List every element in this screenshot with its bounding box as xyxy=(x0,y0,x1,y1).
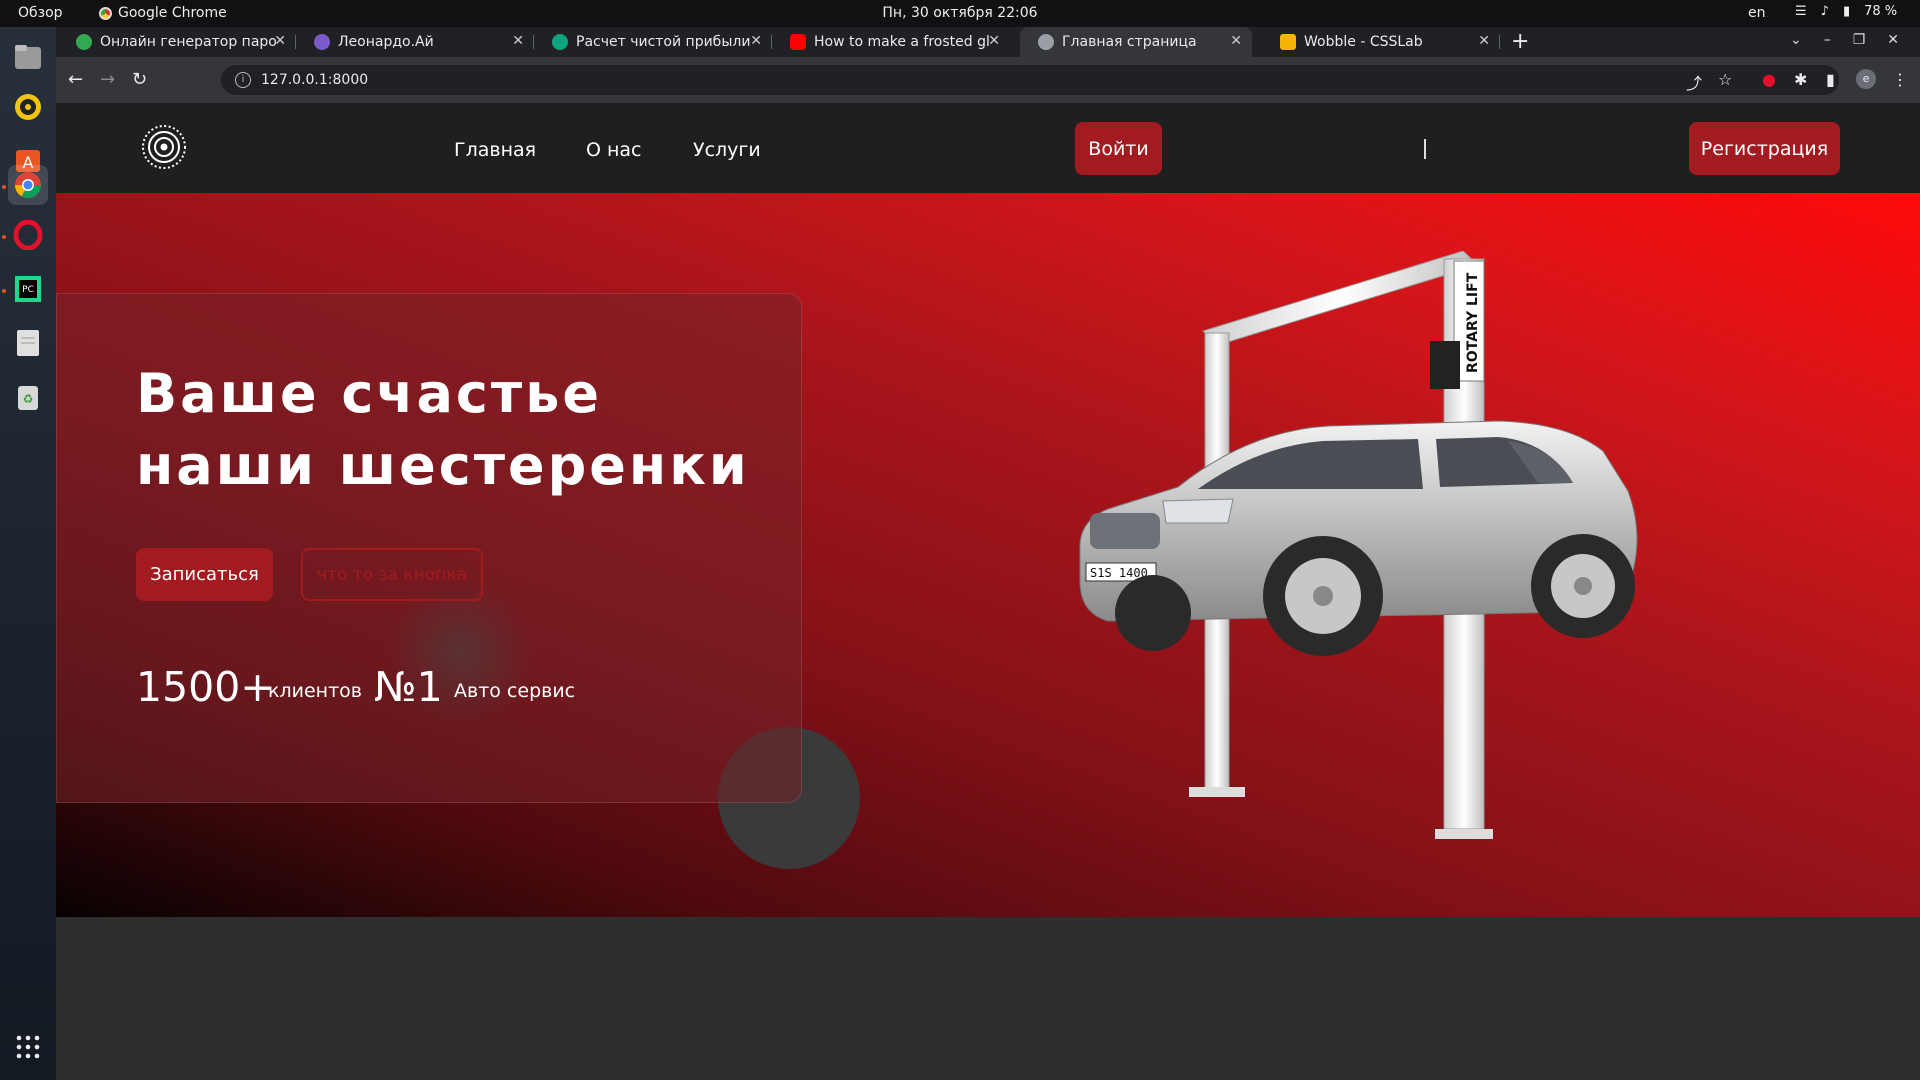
dock: A PC ♻ xyxy=(0,27,56,1080)
tab-strip: Онлайн генератор паро ✕ Леонардо.Ай ✕ Ра… xyxy=(56,27,1920,57)
tab-title: Главная страница xyxy=(1062,34,1197,50)
close-icon[interactable]: ✕ xyxy=(1230,33,1242,49)
tab-favicon-icon xyxy=(552,34,568,50)
window-controls: ⌄ – ❐ ✕ xyxy=(1790,32,1899,48)
clock[interactable]: Пн, 30 октября 22:06 xyxy=(0,5,1920,21)
lift-brand-label: ROTARY LIFT xyxy=(1465,272,1481,373)
header-divider xyxy=(1424,139,1426,159)
chrome-dock-icon[interactable] xyxy=(8,165,48,205)
hero-title: Ваше счастье наши шестеренки xyxy=(136,362,750,497)
battery-percent: 78 % xyxy=(1864,4,1898,19)
svg-text:PC: PC xyxy=(22,285,34,295)
clients-label: клиентов xyxy=(268,680,362,702)
tab-title: Wobble - CSSLab xyxy=(1304,34,1423,50)
tab-favicon-icon xyxy=(314,34,330,50)
pycharm-icon[interactable]: PC xyxy=(8,269,48,309)
tab[interactable]: How to make a frosted gl ✕ xyxy=(772,27,1010,57)
tab[interactable]: Онлайн генератор паро ✕ xyxy=(58,27,296,57)
register-button[interactable]: Регистрация xyxy=(1689,122,1840,175)
close-icon[interactable]: ✕ xyxy=(512,33,524,49)
rank-label: Авто сервис xyxy=(454,680,576,702)
trash-icon[interactable]: ♻ xyxy=(8,377,48,417)
youtube-icon xyxy=(790,34,806,50)
login-button[interactable]: Войти xyxy=(1075,122,1162,175)
tab-separator xyxy=(1499,35,1500,49)
share-icon[interactable]: ⤴ xyxy=(1686,70,1702,94)
app-name: Google Chrome xyxy=(118,5,227,21)
tab-title: Онлайн генератор паро xyxy=(100,34,277,50)
close-icon[interactable]: ✕ xyxy=(274,33,286,49)
close-window-icon[interactable]: ✕ xyxy=(1887,32,1899,48)
rank-number: №1 xyxy=(374,663,443,711)
page-viewport: Главная О нас Услуги Войти Регистрация В… xyxy=(56,103,1920,1080)
nav-link-about[interactable]: О нас xyxy=(586,139,642,161)
tab-search-icon[interactable]: ⌄ xyxy=(1790,32,1802,48)
wifi-icon: ☰ xyxy=(1795,4,1807,19)
bookmark-star-icon[interactable]: ☆ xyxy=(1718,70,1732,89)
app-menu[interactable]: Google Chrome xyxy=(99,5,227,21)
tab-title: Леонардо.Ай xyxy=(338,34,434,50)
car-on-lift-image: ROTARY LIFT S1S 1400 xyxy=(1079,251,1638,839)
tab[interactable]: Расчет чистой прибыли ✕ xyxy=(534,27,772,57)
opera-icon[interactable] xyxy=(8,215,48,255)
site-header: Главная О нас Услуги Войти Регистрация xyxy=(56,103,1920,193)
system-top-bar: Обзор Google Chrome Пн, 30 октября 22:06… xyxy=(0,0,1920,27)
tab-favicon-icon xyxy=(1280,34,1296,50)
forward-icon[interactable]: → xyxy=(100,69,115,90)
menu-kebab-icon[interactable]: ⋮ xyxy=(1892,70,1908,89)
files-icon[interactable] xyxy=(8,37,48,77)
close-icon[interactable]: ✕ xyxy=(750,33,762,49)
tab-favicon-icon xyxy=(76,34,92,50)
restore-icon[interactable]: ❐ xyxy=(1853,32,1866,48)
tab-title: Расчет чистой прибыли xyxy=(576,34,751,50)
tab[interactable]: Леонардо.Ай ✕ xyxy=(296,27,534,57)
activities-button[interactable]: Обзор xyxy=(18,5,63,21)
profile-avatar[interactable]: e xyxy=(1856,69,1876,89)
battery-icon: ▮ xyxy=(1842,4,1851,19)
site-info-icon[interactable]: i xyxy=(235,72,251,88)
globe-icon xyxy=(1038,34,1054,50)
chrome-icon xyxy=(99,6,112,20)
nav-link-services[interactable]: Услуги xyxy=(693,139,761,161)
extension-icon[interactable]: ● xyxy=(1762,70,1776,89)
new-tab-button[interactable]: + xyxy=(1511,29,1529,54)
svg-text:♻: ♻ xyxy=(23,392,34,406)
running-indicator xyxy=(2,289,6,293)
close-icon[interactable]: ✕ xyxy=(988,33,1000,49)
volume-icon: ♪ xyxy=(1820,4,1829,19)
nav-link-home[interactable]: Главная xyxy=(454,139,536,161)
close-icon[interactable]: ✕ xyxy=(1478,33,1490,49)
extensions-puzzle-icon[interactable]: ✱ xyxy=(1794,70,1807,89)
secondary-outline-button[interactable]: что то за кнопка xyxy=(301,548,483,601)
text-editor-icon[interactable] xyxy=(8,323,48,363)
side-panel-icon[interactable]: ▮ xyxy=(1826,70,1835,89)
system-tray[interactable]: ☰ ♪ ▮ 78 % xyxy=(1795,4,1897,19)
clients-count: 1500+ xyxy=(136,663,275,711)
running-indicator xyxy=(2,185,6,189)
tab-active[interactable]: Главная страница ✕ xyxy=(1020,27,1252,57)
back-icon[interactable]: ← xyxy=(68,69,83,90)
tab[interactable]: Wobble - CSSLab ✕ xyxy=(1262,27,1500,57)
tab-title: How to make a frosted gl xyxy=(814,34,990,50)
running-indicator xyxy=(2,235,6,239)
site-logo[interactable] xyxy=(140,123,188,171)
rhythmbox-icon[interactable] xyxy=(8,87,48,127)
hero-section: Ваше счастье наши шестеренки Записаться … xyxy=(56,193,1920,917)
reload-icon[interactable]: ↻ xyxy=(132,69,147,90)
minimize-icon[interactable]: – xyxy=(1824,32,1831,48)
address-text: 127.0.0.1:8000 xyxy=(261,72,369,88)
book-button[interactable]: Записаться xyxy=(136,548,273,601)
app-grid-icon[interactable] xyxy=(8,1027,48,1067)
language-indicator[interactable]: en xyxy=(1748,5,1766,21)
browser-toolbar: ← → ↻ i 127.0.0.1:8000 ⤴ ☆ ● ✱ ▮ e ⋮ xyxy=(56,57,1920,103)
address-bar[interactable]: i 127.0.0.1:8000 xyxy=(221,65,1839,95)
